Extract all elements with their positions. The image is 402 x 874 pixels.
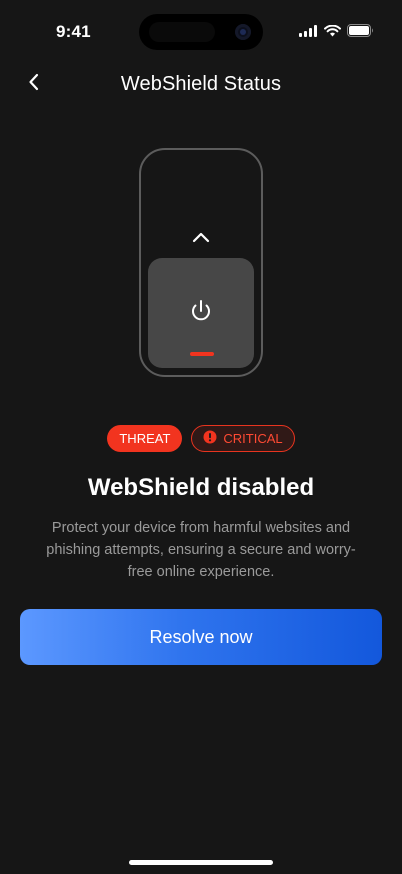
threat-badge-label: THREAT: [119, 431, 171, 446]
critical-badge-label: CRITICAL: [223, 431, 283, 446]
resolve-now-button[interactable]: Resolve now: [20, 609, 382, 665]
status-time: 9:41: [56, 22, 91, 41]
critical-badge: CRITICAL: [191, 425, 295, 452]
status-badges: THREAT CRITICAL: [0, 425, 402, 452]
status-headline: WebShield disabled: [87, 474, 315, 501]
cellular-signal-icon: [299, 24, 318, 42]
page-title: WebShield Status: [120, 73, 282, 95]
power-status-indicator: [190, 352, 214, 356]
power-icon: [189, 299, 213, 330]
chevron-up-icon: [191, 230, 211, 249]
dynamic-island: [139, 14, 263, 50]
wifi-icon: [324, 24, 341, 42]
alert-icon: [203, 430, 217, 447]
phone-illustration: [139, 148, 263, 377]
home-indicator[interactable]: [129, 860, 273, 865]
resolve-now-label: Resolve now: [149, 626, 253, 647]
status-description: Protect your device from harmful website…: [46, 520, 356, 580]
power-card: [148, 258, 254, 368]
status-bar: 9:41: [0, 0, 402, 64]
camera-icon: [235, 24, 251, 40]
island-sensor: [149, 22, 215, 42]
navigation-bar: WebShield Status: [0, 64, 402, 104]
status-icons: [299, 24, 374, 42]
threat-badge: THREAT: [107, 425, 183, 452]
battery-icon: [347, 24, 374, 42]
